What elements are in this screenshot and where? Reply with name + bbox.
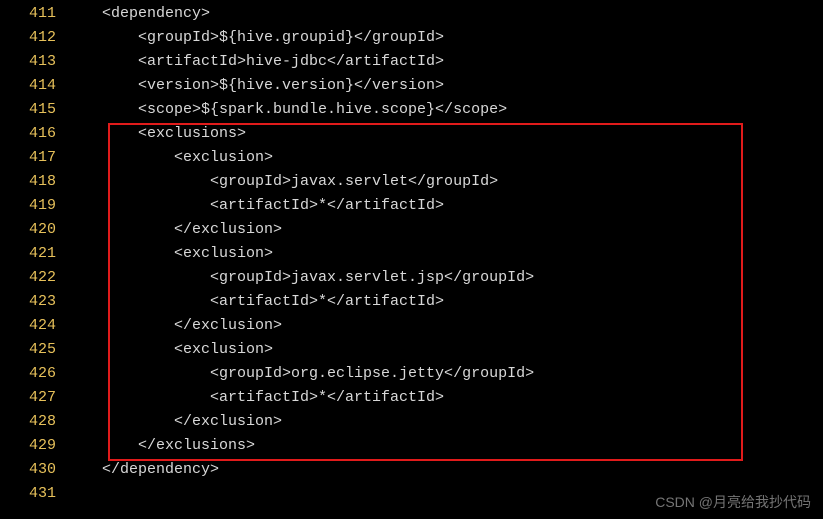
code-line: <scope>${spark.bundle.hive.scope}</scope…	[66, 98, 823, 122]
line-number: 415	[0, 98, 56, 122]
code-area[interactable]: <dependency> <groupId>${hive.groupid}</g…	[66, 2, 823, 506]
line-number: 430	[0, 458, 56, 482]
watermark: CSDN @月亮给我抄代码	[655, 491, 811, 513]
code-line: <exclusion>	[66, 338, 823, 362]
line-number: 420	[0, 218, 56, 242]
line-number: 417	[0, 146, 56, 170]
code-line: </exclusions>	[66, 434, 823, 458]
code-line: <artifactId>*</artifactId>	[66, 386, 823, 410]
code-line: </dependency>	[66, 458, 823, 482]
code-line: <artifactId>*</artifactId>	[66, 290, 823, 314]
line-number: 422	[0, 266, 56, 290]
code-line: <artifactId>*</artifactId>	[66, 194, 823, 218]
code-line: <groupId>javax.servlet.jsp</groupId>	[66, 266, 823, 290]
line-number: 425	[0, 338, 56, 362]
line-number: 416	[0, 122, 56, 146]
line-number-gutter: 411 412 413 414 415 416 417 418 419 420 …	[0, 2, 66, 506]
code-line: <groupId>${hive.groupid}</groupId>	[66, 26, 823, 50]
line-number: 428	[0, 410, 56, 434]
code-editor: 411 412 413 414 415 416 417 418 419 420 …	[0, 0, 823, 506]
line-number: 431	[0, 482, 56, 506]
line-number: 411	[0, 2, 56, 26]
line-number: 427	[0, 386, 56, 410]
code-line: </exclusion>	[66, 218, 823, 242]
line-number: 426	[0, 362, 56, 386]
line-number: 423	[0, 290, 56, 314]
line-number: 421	[0, 242, 56, 266]
code-line: <groupId>org.eclipse.jetty</groupId>	[66, 362, 823, 386]
line-number: 418	[0, 170, 56, 194]
line-number: 412	[0, 26, 56, 50]
code-line: <dependency>	[66, 2, 823, 26]
line-number: 424	[0, 314, 56, 338]
code-line: <exclusion>	[66, 242, 823, 266]
code-line: <artifactId>hive-jdbc</artifactId>	[66, 50, 823, 74]
code-line: </exclusion>	[66, 314, 823, 338]
line-number: 413	[0, 50, 56, 74]
code-line: <version>${hive.version}</version>	[66, 74, 823, 98]
line-number: 419	[0, 194, 56, 218]
line-number: 414	[0, 74, 56, 98]
code-line: <exclusion>	[66, 146, 823, 170]
code-line: <groupId>javax.servlet</groupId>	[66, 170, 823, 194]
code-line: <exclusions>	[66, 122, 823, 146]
code-line: </exclusion>	[66, 410, 823, 434]
line-number: 429	[0, 434, 56, 458]
